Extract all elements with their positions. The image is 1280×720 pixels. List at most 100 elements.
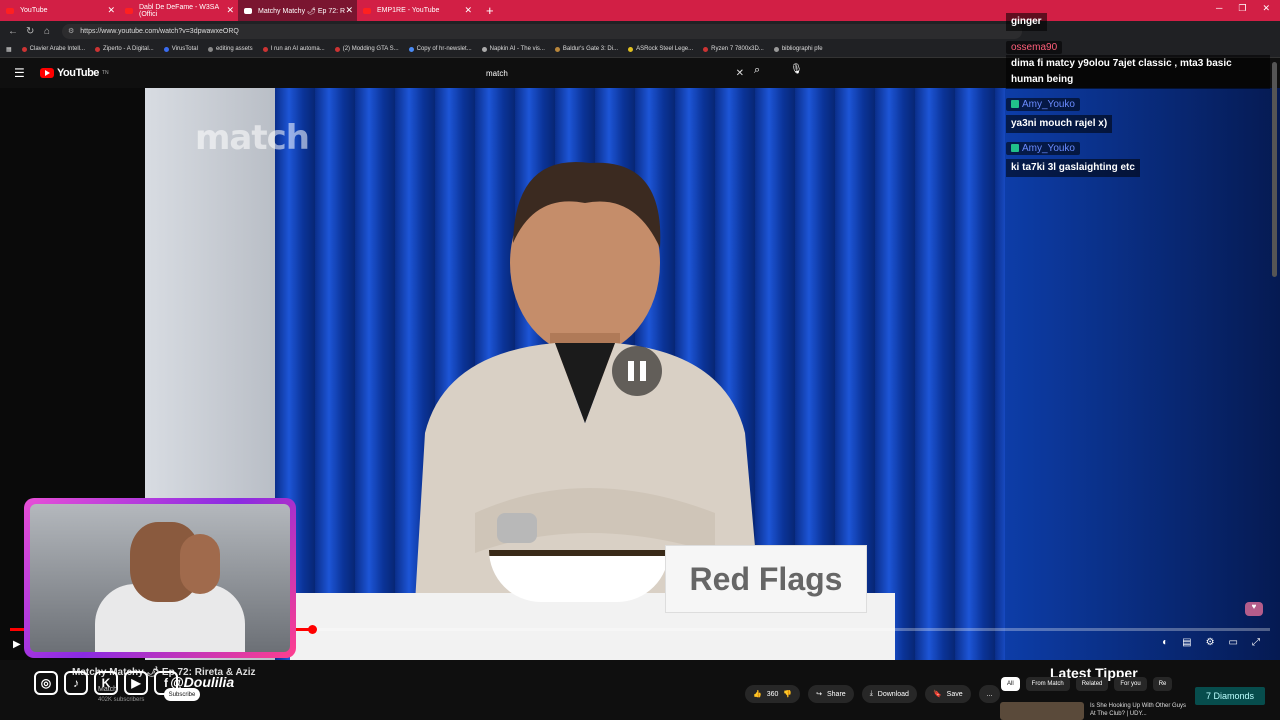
recommended-video[interactable]: Is She Hooking Up With Other Guys At The… <box>1000 702 1190 720</box>
bookmark-label: VirusTotal <box>171 46 198 52</box>
save-button[interactable]: 🔖 Save <box>924 685 971 703</box>
close-icon[interactable]: ✕ <box>226 5 234 16</box>
bookmark-item[interactable]: (2) Modding GTA S... <box>334 46 399 52</box>
filter-chip[interactable]: Related <box>1075 677 1109 691</box>
site-info-icon[interactable]: ⚙ <box>68 27 74 35</box>
youtube-logo[interactable]: YouTube TN <box>40 67 109 79</box>
bookmark-item[interactable]: Clavier Arabe Intell... <box>21 46 85 52</box>
bookmark-item[interactable]: ASRock Steel Lege... <box>628 46 693 52</box>
download-icon: ⤓ <box>869 690 873 697</box>
fullscreen-icon[interactable]: ⤢ <box>1252 637 1260 648</box>
player-controls-right: ◐ ▤ ⚙ ▭ ⤢ <box>1162 637 1260 648</box>
bookmark-favicon-icon <box>163 46 169 52</box>
clear-search-icon[interactable]: ✕ <box>736 68 744 79</box>
download-button[interactable]: ⤓ Download <box>861 685 917 703</box>
tip-amount: 7 Diamonds <box>1195 687 1265 705</box>
theater-mode-icon[interactable]: ▭ <box>1229 637 1238 648</box>
bookmark-favicon-icon <box>481 46 487 52</box>
bookmark-item[interactable]: editing assets <box>207 46 253 52</box>
youtube-favicon-icon <box>363 7 371 14</box>
bookmark-icon: 🔖 <box>932 691 942 698</box>
channel-name[interactable]: Match <box>98 686 117 693</box>
browser-tab-3[interactable]: Matchy Matchy 🌶 Ep 72: R ✕ <box>238 0 357 21</box>
like-button[interactable]: 👍 360 👎 <box>745 685 801 703</box>
bookmark-item[interactable]: Ziperto - A Digital... <box>95 46 154 52</box>
close-icon[interactable]: ✕ <box>464 5 472 16</box>
bookmark-item[interactable]: Ryzen 7 7800x3D... <box>703 46 764 52</box>
captions-icon[interactable]: ▤ <box>1182 637 1191 648</box>
back-icon[interactable]: ← <box>8 26 18 37</box>
search-icon[interactable]: ⌕ <box>754 64 760 77</box>
browser-tab-2[interactable]: Dabl De DeFame - W3SA (Offici ✕ <box>119 0 238 21</box>
filter-chip[interactable]: For you <box>1114 677 1147 691</box>
bookmark-item[interactable]: bibliographi pfe <box>773 46 823 52</box>
username-text: Amy_Youko <box>1022 142 1075 154</box>
url-field[interactable]: ⚙ https://www.youtube.com/watch?v=3dpwaw… <box>62 23 1022 39</box>
tab-label: Dabl De DeFame - W3SA (Offici <box>139 3 219 18</box>
pause-button[interactable] <box>612 346 662 396</box>
speaker-icon <box>244 7 252 14</box>
bookmark-favicon-icon <box>21 46 27 52</box>
autoplay-toggle-icon[interactable]: ◐ <box>1162 637 1168 648</box>
pause-bar <box>628 361 634 381</box>
tab-label: YouTube <box>20 7 48 14</box>
bookmark-item[interactable]: I run an AI automa... <box>262 46 325 52</box>
chat-username: ossema90 <box>1006 41 1063 54</box>
bookmark-label: editing assets <box>215 46 253 52</box>
share-button[interactable]: ↪ Share <box>808 685 854 703</box>
menu-icon[interactable]: ☰ <box>14 66 28 80</box>
bookmark-label: Ziperto - A Digital... <box>103 46 154 52</box>
username-text: ossema90 <box>1011 42 1058 53</box>
microphone-icon[interactable]: 🎙 <box>790 64 803 75</box>
tab-label: Matchy Matchy 🌶 Ep 72: R <box>258 7 346 15</box>
show-watermark: match <box>195 118 310 158</box>
new-tab-button[interactable]: + <box>486 3 494 18</box>
close-icon[interactable]: ✕ <box>345 5 353 16</box>
recommended-title[interactable]: Is She Hooking Up With Other Guys At The… <box>1090 702 1190 720</box>
bookmark-item[interactable]: VirusTotal <box>163 46 198 52</box>
video-actions: 👍 360 👎 ↪ Share ⤓ Download 🔖 Save ... <box>745 685 1001 703</box>
streamer-hand <box>180 534 220 594</box>
username-text: Amy_Youko <box>1022 98 1075 110</box>
subscriber-count: 402K subscribers <box>98 697 145 703</box>
guest-figure <box>415 162 760 603</box>
youtube-play-icon <box>40 68 54 78</box>
filter-chip[interactable]: From Match <box>1025 677 1070 691</box>
bookmark-favicon-icon <box>628 46 634 52</box>
red-flags-sign: Red Flags <box>665 545 867 613</box>
tiktok-icon: ♪ <box>64 671 88 695</box>
filter-chip[interactable]: Re <box>1152 677 1173 691</box>
filter-chip[interactable]: All <box>1001 677 1020 691</box>
play-icon[interactable]: ▶ <box>13 639 21 650</box>
reload-icon[interactable]: ↻ <box>26 26 36 37</box>
home-icon[interactable]: ⌂ <box>44 26 54 37</box>
channel-watermark-icon[interactable]: ♥ <box>1245 602 1263 616</box>
browser-tab-4[interactable]: EMP1RE - YouTube ✕ <box>357 0 476 21</box>
subscribe-button[interactable]: Subscribe <box>164 688 200 701</box>
bookmark-label: Ryzen 7 7800x3D... <box>711 46 764 52</box>
chat-message: ossema90 dima fi matcy y9olou 7ajet clas… <box>1006 37 1270 89</box>
close-icon[interactable]: ✕ <box>107 5 115 16</box>
browser-tab-1[interactable]: YouTube ✕ <box>0 0 119 21</box>
recommended-thumbnail[interactable] <box>1000 702 1084 720</box>
more-actions-button[interactable]: ... <box>978 685 1001 703</box>
page-scrollbar[interactable] <box>1272 62 1277 277</box>
youtube-icon: ▶ <box>124 671 148 695</box>
settings-icon[interactable]: ⚙ <box>1206 637 1215 648</box>
thumbs-down-icon[interactable]: 👎 <box>783 690 792 698</box>
video-info-area: Matchy Matchy 🌶 Ep 72: Rireta & Aziz ◎ ♪… <box>0 660 1280 720</box>
search-input[interactable]: match ✕ <box>478 64 748 82</box>
bookmarks-apps-icon[interactable]: ▦ <box>6 46 12 53</box>
youtube-favicon-icon <box>125 7 133 14</box>
chat-message: Amy_Youko ya3ni mouch rajel x) <box>1006 95 1270 133</box>
bookmark-item[interactable]: Napkin AI - The vis... <box>481 46 545 52</box>
bookmark-favicon-icon <box>95 46 101 52</box>
bookmark-favicon-icon <box>334 46 340 52</box>
search-value: match <box>486 68 508 78</box>
bookmark-label: Baldur's Gate 3: Di... <box>562 46 619 52</box>
bookmark-label: (2) Modding GTA S... <box>342 46 399 52</box>
bookmark-item[interactable]: Baldur's Gate 3: Di... <box>554 46 619 52</box>
related-filter-chips: All From Match Related For you Re <box>1001 677 1173 691</box>
chat-text: ya3ni mouch rajel x) <box>1006 115 1113 133</box>
bookmark-item[interactable]: Copy of hr-newslet... <box>408 46 472 52</box>
